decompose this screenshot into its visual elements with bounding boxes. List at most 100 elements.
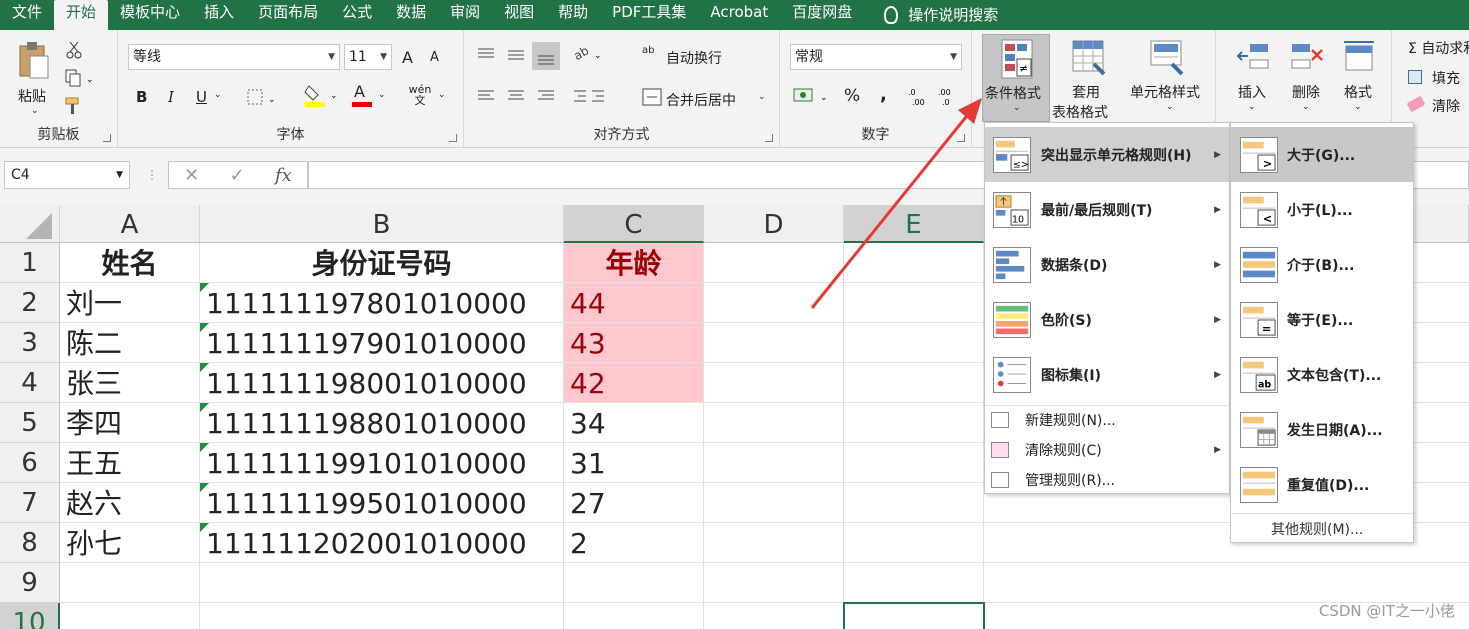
row-header-5[interactable]: 5 — [0, 403, 60, 443]
row-header-7[interactable]: 7 — [0, 483, 60, 523]
menu-top-bottom-rules[interactable]: 10 最前/最后规则(T) ▶ — [985, 182, 1229, 237]
tab-help[interactable]: 帮助 — [546, 0, 600, 30]
cell-styles-button[interactable]: 单元格样式 ⌄ — [1128, 34, 1210, 122]
cell-c9[interactable] — [564, 563, 704, 603]
menu-data-bars[interactable]: 数据条(D) ▶ — [985, 237, 1229, 292]
submenu-equal-to[interactable]: = 等于(E)... — [1231, 292, 1413, 347]
cell-c10[interactable] — [564, 603, 704, 629]
column-header-b[interactable]: B — [200, 205, 564, 243]
align-right-icon[interactable] — [536, 88, 556, 104]
borders-icon[interactable]: ⌄ — [246, 88, 278, 106]
active-cell-e10[interactable] — [843, 602, 985, 629]
orientation-icon[interactable]: ab ⌄ — [572, 44, 604, 64]
insert-function-button[interactable]: fx — [275, 165, 292, 186]
submenu-greater-than[interactable]: > 大于(G)... — [1231, 127, 1413, 182]
cell-a6[interactable]: 王五 — [60, 443, 200, 483]
autosum-button[interactable]: Σ 自动求和 — [1408, 38, 1469, 58]
cell-b5[interactable]: 111111198801010000 — [200, 403, 564, 443]
submenu-between[interactable]: 介于(B)... — [1231, 237, 1413, 292]
italic-button[interactable]: I — [168, 88, 174, 106]
row-header-2[interactable]: 2 — [0, 283, 60, 323]
align-top-icon[interactable] — [476, 46, 496, 62]
cell-a3[interactable]: 陈二 — [60, 323, 200, 363]
row-header-8[interactable]: 8 — [0, 523, 60, 563]
cell-c5[interactable]: 34 — [564, 403, 704, 443]
cell-c8[interactable]: 2 — [564, 523, 704, 563]
cell-a2[interactable]: 刘一 — [60, 283, 200, 323]
font-launcher-icon[interactable] — [449, 134, 457, 142]
align-left-icon[interactable] — [476, 88, 496, 104]
cell-a8[interactable]: 孙七 — [60, 523, 200, 563]
phonetic-dropdown-icon[interactable]: ⌄ — [438, 90, 446, 100]
row-header-9[interactable]: 9 — [0, 563, 60, 603]
cell-c7[interactable]: 27 — [564, 483, 704, 523]
cell-c2[interactable]: 44 — [564, 283, 704, 323]
row-header-1[interactable]: 1 — [0, 243, 60, 283]
cell-c3[interactable]: 43 — [564, 323, 704, 363]
submenu-duplicate-values[interactable]: 重复值(D)... — [1231, 457, 1413, 512]
cell-a1[interactable]: 姓名 — [60, 243, 200, 283]
menu-clear-rules[interactable]: 清除规则(C) ▶ — [985, 435, 1229, 465]
cell-a5[interactable]: 李四 — [60, 403, 200, 443]
format-painter-icon[interactable] — [64, 96, 84, 116]
clipboard-launcher-icon[interactable] — [103, 134, 111, 142]
cell-a4[interactable]: 张三 — [60, 363, 200, 403]
tab-page-layout[interactable]: 页面布局 — [246, 0, 330, 30]
tab-home[interactable]: 开始 — [54, 0, 109, 30]
row-header-6[interactable]: 6 — [0, 443, 60, 483]
confirm-entry-button[interactable]: ✓ — [230, 165, 245, 186]
clear-button[interactable]: 清除 — [1406, 95, 1460, 116]
align-bottom-icon[interactable] — [532, 42, 560, 70]
phonetic-button[interactable]: wén 文 — [408, 84, 432, 106]
shrink-font-button[interactable]: A — [430, 50, 439, 65]
menu-color-scales[interactable]: 色阶(S) ▶ — [985, 292, 1229, 347]
tab-pdf-tools[interactable]: PDF工具集 — [600, 0, 698, 30]
row-header-3[interactable]: 3 — [0, 323, 60, 363]
cell-a9[interactable] — [60, 563, 200, 603]
cell-b7[interactable]: 111111199501010000 — [200, 483, 564, 523]
tab-formulas[interactable]: 公式 — [330, 0, 384, 30]
column-header-a[interactable]: A — [60, 205, 200, 243]
cell-b3[interactable]: 111111197901010000 — [200, 323, 564, 363]
copy-icon[interactable]: ⌄ — [64, 68, 94, 88]
submenu-more-rules[interactable]: 其他规则(M)... — [1271, 519, 1363, 539]
format-as-table-button[interactable]: 套用 表格格式 — [1052, 34, 1122, 122]
cell-b4[interactable]: 111111198001010000 — [200, 363, 564, 403]
tab-template-center[interactable]: 模板中心 — [108, 0, 192, 30]
bold-button[interactable]: B — [136, 88, 147, 106]
align-middle-icon[interactable] — [506, 46, 526, 62]
submenu-date-occurring[interactable]: 发生日期(A)... — [1231, 402, 1413, 457]
select-all-corner[interactable] — [0, 205, 60, 243]
cell-c1[interactable]: 年龄 — [564, 243, 704, 283]
menu-highlight-cells-rules[interactable]: ≤> 突出显示单元格规则(H) ▶ — [985, 127, 1229, 182]
underline-button[interactable]: U — [196, 88, 207, 106]
cell-b8[interactable]: 111111202001010000 — [200, 523, 564, 563]
tab-insert[interactable]: 插入 — [192, 0, 246, 30]
cancel-entry-button[interactable]: ✕ — [184, 165, 199, 186]
number-format-box[interactable]: 常规 ▼ — [790, 44, 962, 70]
row-header-4[interactable]: 4 — [0, 363, 60, 403]
cell-a7[interactable]: 赵六 — [60, 483, 200, 523]
cell-c4[interactable]: 42 — [564, 363, 704, 403]
tab-data[interactable]: 数据 — [384, 0, 438, 30]
cell-a10[interactable] — [60, 603, 200, 629]
submenu-less-than[interactable]: < 小于(L)... — [1231, 182, 1413, 237]
menu-icon-sets[interactable]: 图标集(I) ▶ — [985, 347, 1229, 402]
tab-baidu-netdisk[interactable]: 百度网盘 — [780, 0, 864, 30]
grow-font-button[interactable]: A — [402, 48, 413, 67]
font-size-box[interactable]: 11 ▼ — [344, 44, 392, 70]
cell-b2[interactable]: 111111197801010000 — [200, 283, 564, 323]
tell-me-search[interactable]: 操作说明搜索 — [864, 0, 998, 30]
cell-c6[interactable]: 31 — [564, 443, 704, 483]
cell-b10[interactable] — [200, 603, 564, 629]
menu-manage-rules[interactable]: 管理规则(R)... — [985, 465, 1229, 495]
row-header-10[interactable]: 10 — [0, 603, 60, 629]
menu-new-rule[interactable]: 新建规则(N)... — [985, 405, 1229, 435]
format-cells-button[interactable]: 格式 ⌄ — [1334, 34, 1384, 122]
column-header-c[interactable]: C — [564, 205, 704, 243]
tab-file[interactable]: 文件 — [0, 0, 54, 30]
tab-view[interactable]: 视图 — [492, 0, 546, 30]
delete-cells-button[interactable]: 删除 ⌄ — [1282, 34, 1332, 122]
cell-b9[interactable] — [200, 563, 564, 603]
cell-b6[interactable]: 111111199101010000 — [200, 443, 564, 483]
